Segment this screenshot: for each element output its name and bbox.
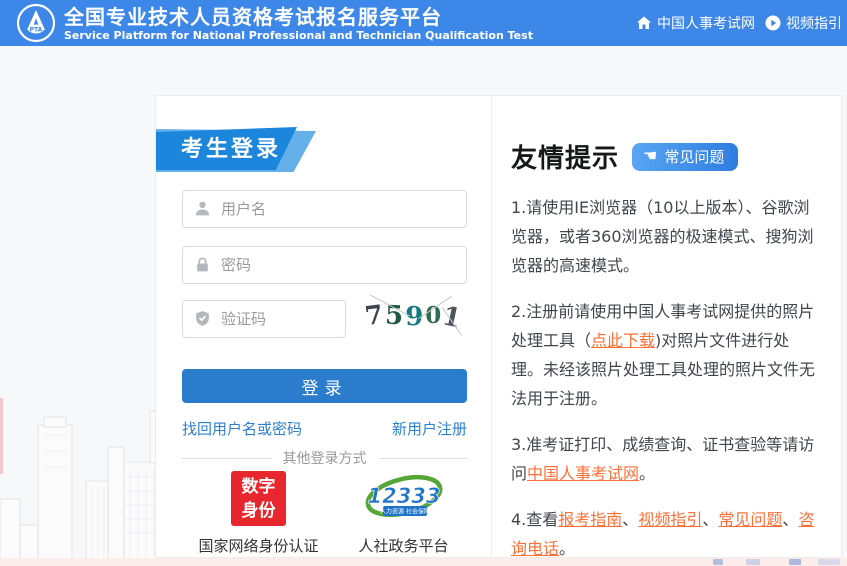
method-12333[interactable]: 12333 人力资源 社会保障 人社政务平台	[359, 471, 449, 556]
faq-button[interactable]: ☚ 常见问题	[632, 143, 738, 171]
tips-title: 友情提示	[511, 138, 619, 175]
logo-12333: 12333 人力资源 社会保障	[364, 471, 444, 526]
login-ribbon: 考生登录	[156, 127, 297, 170]
svg-text:PTA: PTA	[30, 27, 43, 34]
play-icon	[765, 15, 781, 31]
social-platform-label: 人社政务平台	[359, 535, 449, 556]
tip-link[interactable]: 报考指南	[558, 510, 622, 529]
home-icon	[636, 15, 652, 31]
tips-panel: 友情提示 ☚ 常见问题 1.请使用IE浏览器（10以上版本）、谷歌浏览器，或者3…	[492, 96, 841, 557]
digital-id-badge: 数字 身份	[231, 471, 286, 526]
password-input[interactable]	[182, 246, 467, 284]
tip-link[interactable]: 视频指引	[638, 510, 702, 529]
pointing-hand-icon: ☚	[643, 148, 657, 164]
page-subtitle: Service Platform for National Profession…	[64, 29, 533, 42]
tip-item: 1.请使用IE浏览器（10以上版本）、谷歌浏览器，或者360浏览器的极速模式、搜…	[511, 193, 819, 280]
captcha-image[interactable]: 75901	[359, 295, 471, 342]
svg-text:12333: 12333	[367, 484, 440, 508]
svg-text:人力资源 社会保障: 人力资源 社会保障	[380, 508, 430, 516]
header-nav: 中国人事考试网 视频指引 ? 常见问题	[636, 0, 847, 46]
login-button[interactable]: 登录	[182, 369, 467, 403]
digital-id-label: 国家网络身份认证	[198, 535, 318, 556]
tip-link[interactable]: 点此下载	[591, 331, 655, 350]
username-input[interactable]	[182, 190, 467, 228]
login-ribbon-title: 考生登录	[181, 137, 281, 162]
login-card: 考生登录 75901	[155, 95, 842, 558]
tip-item: 3.准考证打印、成绩查询、证书查验等请访问中国人事考试网。	[511, 430, 819, 488]
login-panel: 考生登录 75901	[156, 96, 491, 557]
register-link[interactable]: 新用户注册	[392, 418, 467, 439]
other-login-divider: 其他登录方式	[182, 448, 467, 468]
nav-item-video-guide[interactable]: 视频指引	[765, 13, 842, 33]
tip-link[interactable]: 中国人事考试网	[527, 464, 639, 483]
user-icon	[194, 200, 211, 217]
page-title: 全国专业技术人员资格考试报名服务平台	[64, 5, 533, 29]
tip-link[interactable]: 常见问题	[718, 510, 782, 529]
app-header: PTA 全国专业技术人员资格考试报名服务平台 Service Platform …	[0, 0, 847, 46]
left-accent-stripe	[0, 398, 3, 474]
digital-id-method[interactable]: 数字 身份 国家网络身份认证	[198, 471, 318, 556]
app-logo: PTA	[16, 3, 56, 43]
nav-item-cpta-home[interactable]: 中国人事考试网	[636, 13, 755, 33]
tip-item: 2.注册前请使用中国人事考试网提供的照片处理工具（点此下载)对照片文件进行处理。…	[511, 297, 819, 413]
shield-icon	[194, 310, 211, 327]
footer-strip	[0, 558, 847, 566]
forgot-credentials-link[interactable]: 找回用户名或密码	[182, 418, 302, 439]
tips-list: 1.请使用IE浏览器（10以上版本）、谷歌浏览器，或者360浏览器的极速模式、搜…	[511, 193, 819, 563]
lock-icon	[194, 256, 211, 273]
tip-item: 4.查看报考指南、视频指引、常见问题、咨询电话。	[511, 505, 819, 563]
city-skyline	[0, 407, 170, 559]
